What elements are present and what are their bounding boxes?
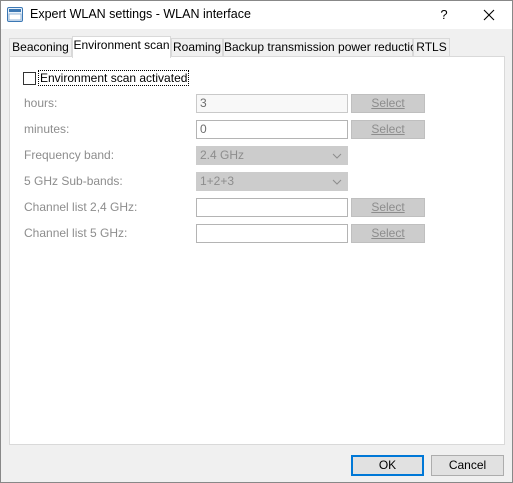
app-icon [7, 7, 23, 22]
minutes-select-button[interactable]: Select [351, 120, 425, 139]
chevron-down-icon [332, 153, 342, 159]
hours-select-button[interactable]: Select [351, 94, 425, 113]
cancel-button[interactable]: Cancel [431, 455, 504, 476]
sub-bands-dropdown[interactable]: 1+2+3 [196, 172, 348, 191]
minutes-select-label: Select [371, 122, 405, 136]
channel-list-24-label: Channel list 2,4 GHz: [24, 200, 138, 214]
tab-strip: Beaconing Environment scan Roaming Backu… [9, 36, 504, 58]
tab-beaconing[interactable]: Beaconing [9, 38, 72, 57]
dialog-window: Expert WLAN settings - WLAN interface ? … [0, 0, 513, 483]
channel-list-5-select-label: Select [371, 226, 405, 240]
tab-roaming[interactable]: Roaming [171, 38, 223, 57]
tab-backup-transmission-power-reduction[interactable]: Backup transmission power reduction [223, 38, 423, 57]
channel-list-24-select-button[interactable]: Select [351, 198, 425, 217]
sub-bands-value: 1+2+3 [200, 174, 235, 188]
hours-label: hours: [24, 96, 58, 110]
frequency-band-value: 2.4 GHz [200, 148, 245, 162]
minutes-label: minutes: [24, 122, 70, 136]
frequency-band-label: Frequency band: [24, 148, 115, 162]
hours-select-label: Select [371, 96, 405, 110]
hours-field[interactable]: 3 [196, 94, 348, 113]
channel-list-24-field[interactable] [196, 198, 348, 217]
channel-list-5-field[interactable] [196, 224, 348, 243]
frequency-band-dropdown[interactable]: 2.4 GHz [196, 146, 348, 165]
channel-list-24-select-label: Select [371, 200, 405, 214]
channel-list-5-label: Channel list 5 GHz: [24, 226, 128, 240]
tab-environment-scan[interactable]: Environment scan [72, 36, 171, 58]
ok-button[interactable]: OK [351, 455, 424, 476]
window-title: Expert WLAN settings - WLAN interface [30, 7, 251, 21]
environment-scan-panel: Environment scan activated hours: 3 Sele… [9, 56, 505, 445]
sub-bands-label: 5 GHz Sub-bands: [24, 174, 123, 188]
channel-list-5-select-button[interactable]: Select [351, 224, 425, 243]
tab-rtls[interactable]: RTLS [413, 38, 450, 57]
chevron-down-icon [332, 179, 342, 185]
help-button[interactable]: ? [432, 5, 456, 25]
close-button[interactable] [477, 5, 501, 25]
title-bar[interactable]: Expert WLAN settings - WLAN interface ? [1, 1, 512, 29]
environment-scan-activated-checkbox[interactable] [23, 72, 36, 85]
environment-scan-activated-label[interactable]: Environment scan activated [37, 70, 190, 86]
minutes-field[interactable]: 0 [196, 120, 348, 139]
close-icon [483, 9, 495, 21]
